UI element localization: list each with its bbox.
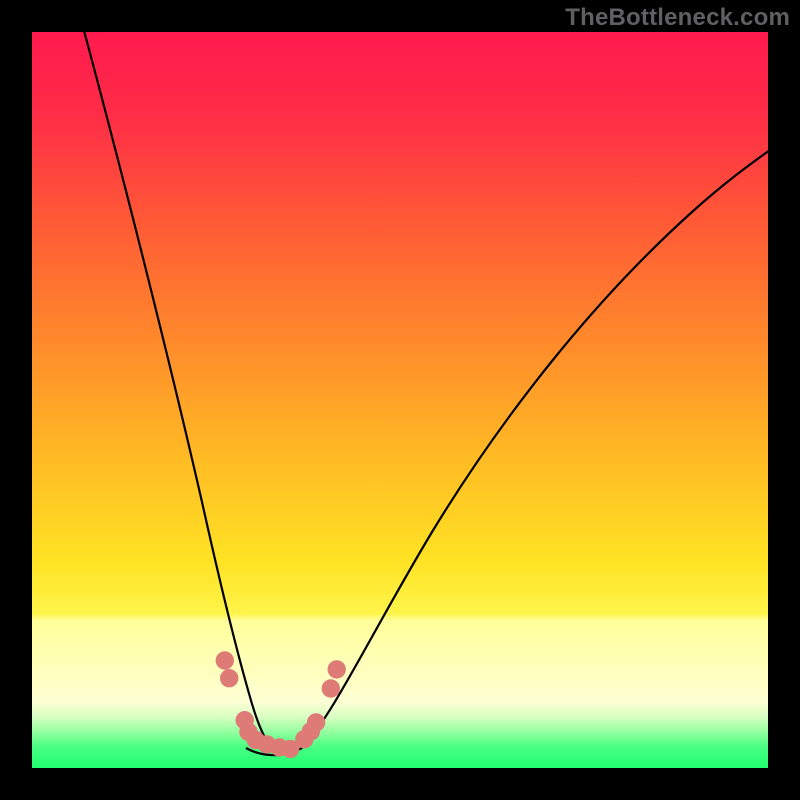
marker-point: [220, 669, 238, 687]
marker-point: [328, 660, 346, 678]
gradient-background: [32, 32, 768, 768]
marker-point: [322, 679, 340, 697]
marker-point: [216, 651, 234, 669]
outer-frame: TheBottleneck.com: [0, 0, 800, 800]
chart-plot-area: [32, 32, 768, 768]
marker-point: [307, 713, 325, 731]
watermark-text: TheBottleneck.com: [565, 4, 790, 32]
chart-svg: [32, 32, 768, 768]
